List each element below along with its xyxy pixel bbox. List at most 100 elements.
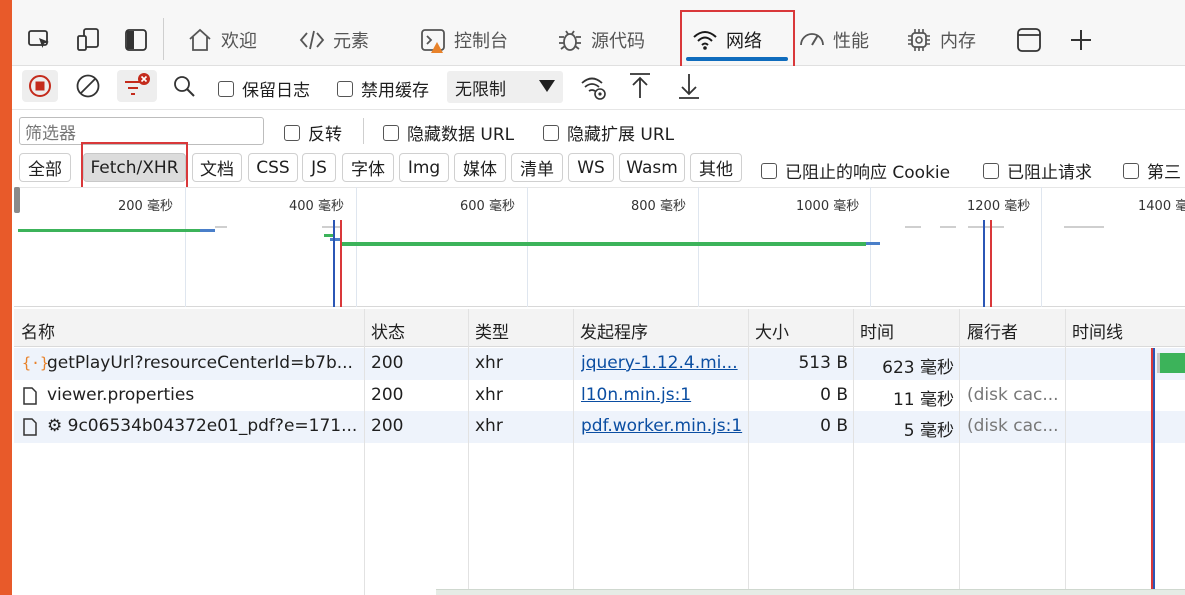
overview-bar-download: [200, 229, 215, 232]
request-name: ⚙ 9c06534b04372e01_pdf?e=171...: [47, 416, 357, 436]
console-icon: [421, 29, 445, 53]
column-header-initiator[interactable]: 发起程序: [580, 318, 648, 343]
overview-bar-download: [866, 242, 880, 245]
request-initiator-link[interactable]: jquery-1.12.4.mi...: [581, 353, 746, 373]
tab-welcome[interactable]: 欢迎: [187, 22, 257, 58]
xhr-brace-icon: {·}: [22, 354, 50, 372]
device-emulation-icon[interactable]: [76, 27, 102, 53]
type-filter-ws[interactable]: WS: [568, 153, 614, 182]
type-filter-wasm[interactable]: Wasm: [619, 153, 685, 182]
network-conditions-icon[interactable]: [580, 73, 608, 101]
tab-elements[interactable]: 元素: [299, 22, 369, 58]
column-header-time[interactable]: 时间: [860, 318, 894, 343]
tab-memory[interactable]: 内存: [906, 22, 976, 58]
checkbox-box[interactable]: [1123, 162, 1139, 179]
request-time: 11 毫秒: [892, 390, 954, 410]
checkbox-box[interactable]: [337, 80, 353, 97]
record-stop-icon[interactable]: [22, 70, 58, 102]
type-filter-font[interactable]: 字体: [342, 153, 394, 182]
add-tool-icon[interactable]: [1068, 27, 1094, 53]
dock-side-icon[interactable]: [123, 27, 149, 53]
overview-bar-queued: [940, 226, 956, 228]
table-row[interactable]: viewer.properties 200 xhr l10n.min.js:1 …: [14, 380, 1185, 412]
invert-label: 反转: [308, 125, 342, 145]
type-filter-manifest[interactable]: 清单: [511, 153, 563, 182]
preserve-log-checkbox[interactable]: 保留日志: [218, 76, 310, 101]
overview-bar-queued: [905, 226, 921, 228]
search-icon[interactable]: [172, 74, 196, 98]
column-header-size[interactable]: 大小: [755, 318, 789, 343]
filter-separator: [363, 118, 364, 144]
throttling-value: 无限制: [455, 79, 506, 100]
overview-drag-handle[interactable]: [14, 187, 20, 213]
table-row[interactable]: {·} getPlayUrl?resourceCenterId=b7b... 2…: [14, 348, 1185, 380]
table-row[interactable]: ⚙ 9c06534b04372e01_pdf?e=171... 200 xhr …: [14, 411, 1185, 443]
column-header-name[interactable]: 名称: [21, 318, 55, 343]
checkbox-box[interactable]: [543, 124, 559, 141]
invert-checkbox[interactable]: 反转: [284, 120, 342, 145]
export-har-icon[interactable]: [677, 72, 701, 100]
column-header-fulfilled-by[interactable]: 履行者: [967, 318, 1018, 343]
checkbox-box[interactable]: [284, 124, 300, 141]
overview-gridline: [356, 187, 357, 307]
checkbox-box[interactable]: [383, 124, 399, 141]
request-initiator-link[interactable]: l10n.min.js:1: [581, 385, 746, 405]
chevron-down-icon: [539, 80, 555, 92]
overview-load-line: [990, 220, 992, 307]
request-status: 200: [371, 353, 404, 373]
type-filter-js[interactable]: JS: [302, 153, 336, 182]
hide-extension-url-checkbox[interactable]: 隐藏扩展 URL: [543, 120, 674, 145]
tab-label: 源代码: [591, 31, 645, 52]
tab-label: 欢迎: [221, 31, 257, 52]
overview-tick-label: 1400 毫秒: [1138, 199, 1185, 214]
waterfall-dom-content-loaded-line: [1153, 348, 1155, 595]
checkbox-box[interactable]: [983, 162, 999, 179]
import-har-icon[interactable]: [628, 72, 652, 100]
blocked-requests-checkbox[interactable]: 已阻止请求: [983, 158, 1092, 183]
overview-gridline: [185, 187, 186, 307]
column-header-waterfall[interactable]: 时间线: [1072, 318, 1123, 343]
type-filter-media[interactable]: 媒体: [454, 153, 506, 182]
request-type: xhr: [475, 385, 503, 405]
home-icon: [189, 28, 211, 51]
tab-console[interactable]: 控制台: [420, 22, 508, 58]
throttling-select[interactable]: 无限制: [447, 71, 563, 103]
disable-cache-checkbox[interactable]: 禁用缓存: [337, 76, 429, 101]
document-icon: [23, 387, 37, 405]
type-filter-doc[interactable]: 文档: [192, 153, 242, 182]
tab-separator: [163, 18, 164, 60]
overview-gridline: [527, 187, 528, 307]
column-header-status[interactable]: 状态: [371, 318, 405, 343]
overview-load-line: [340, 220, 342, 307]
checkbox-box[interactable]: [218, 80, 234, 97]
third-party-checkbox[interactable]: 第三: [1123, 158, 1181, 183]
type-filter-all[interactable]: 全部: [19, 153, 71, 182]
column-separator: [468, 309, 469, 595]
tab-label: 性能: [833, 31, 869, 52]
tab-sources[interactable]: 源代码: [557, 22, 645, 58]
request-type: xhr: [475, 416, 503, 436]
filter-clear-icon[interactable]: [117, 70, 157, 102]
column-separator: [959, 309, 960, 595]
inspect-element-icon[interactable]: [27, 27, 53, 53]
overview-bar-queued: [1064, 226, 1104, 228]
hide-data-url-checkbox[interactable]: 隐藏数据 URL: [383, 120, 514, 145]
request-fulfilled-by: (disk cac...: [967, 416, 1059, 436]
blocked-cookies-checkbox[interactable]: 已阻止的响应 Cookie: [761, 158, 950, 183]
tab-performance[interactable]: 性能: [799, 22, 869, 58]
application-panel-icon[interactable]: [1016, 27, 1042, 53]
disable-cache-label: 禁用缓存: [361, 81, 429, 101]
overview-bar-queued: [215, 226, 227, 228]
request-initiator-link[interactable]: pdf.worker.min.js:1: [581, 416, 746, 436]
column-header-type[interactable]: 类型: [475, 318, 509, 343]
checkbox-box[interactable]: [761, 162, 777, 179]
type-filter-other[interactable]: 其他: [690, 153, 742, 182]
overview-gridline: [1041, 187, 1042, 307]
request-status: 200: [371, 416, 404, 436]
filter-input[interactable]: 筛选器: [19, 117, 264, 145]
overview-dom-content-loaded-line: [333, 220, 335, 307]
clear-icon[interactable]: [75, 73, 101, 99]
column-separator: [748, 309, 749, 595]
type-filter-img[interactable]: Img: [399, 153, 449, 182]
type-filter-css[interactable]: CSS: [248, 153, 298, 182]
